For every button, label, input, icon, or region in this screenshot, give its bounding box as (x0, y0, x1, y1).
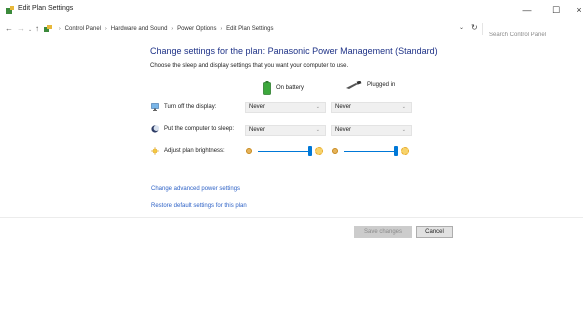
select-value: Never (335, 104, 352, 110)
breadcrumb-control-panel[interactable]: Control Panel (65, 26, 101, 32)
minimize-button[interactable]: — (517, 2, 537, 18)
maximize-button[interactable]: ☐ (546, 2, 566, 18)
brightness-label: Adjust plan brightness: (164, 148, 225, 154)
breadcrumb-edit-plan-settings[interactable]: Edit Plan Settings (226, 26, 273, 32)
back-button[interactable]: ← (5, 23, 13, 35)
dim-sun-icon (332, 148, 338, 154)
forward-button[interactable]: → (17, 23, 25, 35)
plugged-in-label: Plugged in (367, 82, 396, 88)
display-timeout-battery-select[interactable]: Never ⌄ (245, 102, 326, 113)
refresh-button[interactable]: ↻ (471, 23, 478, 32)
page-title: Change settings for the plan: Panasonic … (150, 46, 438, 56)
sun-icon (151, 147, 159, 155)
select-value: Never (335, 127, 352, 133)
breadcrumb-separator: › (59, 26, 61, 32)
turn-off-display-label: Turn off the display: (164, 104, 217, 110)
chevron-down-icon: ⌄ (315, 104, 320, 110)
recent-locations-button[interactable]: ⌄ (28, 24, 32, 36)
slider-fill (258, 151, 308, 152)
title-bar: Edit Plan Settings — ☐ × (0, 0, 583, 22)
search-box (482, 23, 583, 41)
breadcrumb-separator: › (105, 26, 107, 32)
advanced-power-settings-link[interactable]: Change advanced power settings (151, 186, 240, 192)
breadcrumb-separator: › (171, 26, 174, 32)
bright-sun-icon (401, 147, 409, 155)
on-battery-label: On battery (276, 85, 305, 91)
brightness-plugged-slider[interactable] (331, 145, 411, 157)
column-header-plugged-in: Plugged in (346, 81, 395, 89)
power-options-icon (6, 6, 14, 14)
breadcrumb-separator: › (220, 26, 223, 32)
slider-fill (344, 151, 394, 152)
save-changes-button[interactable]: Save changes (354, 226, 412, 238)
brightness-row: Adjust plan brightness: (151, 147, 225, 155)
moon-icon (151, 125, 159, 133)
select-value: Never (249, 127, 266, 133)
brightness-battery-slider[interactable] (245, 145, 325, 157)
footer-divider (0, 217, 583, 218)
sleep-timeout-plugged-select[interactable]: Never ⌄ (331, 125, 412, 136)
turn-off-display-row: Turn off the display: (151, 103, 216, 111)
address-bar: ← → ⌄ ↑ › Control Panel › Hardware and S… (0, 22, 583, 41)
address-dropdown-button[interactable]: ⌄ (459, 24, 464, 31)
breadcrumb-hardware-and-sound[interactable]: Hardware and Sound (111, 26, 168, 32)
window-title: Edit Plan Settings (18, 5, 74, 12)
up-button[interactable]: ↑ (35, 23, 39, 35)
battery-icon (263, 81, 271, 95)
slider-thumb[interactable] (394, 146, 398, 156)
close-button[interactable]: × (572, 2, 583, 18)
sleep-timeout-battery-select[interactable]: Never ⌄ (245, 125, 326, 136)
select-value: Never (249, 104, 266, 110)
bright-sun-icon (315, 147, 323, 155)
dim-sun-icon (246, 148, 252, 154)
search-input[interactable] (483, 29, 573, 41)
sleep-label: Put the computer to sleep: (164, 126, 235, 132)
column-header-on-battery: On battery (263, 81, 304, 95)
chevron-down-icon: ⌄ (401, 104, 406, 110)
monitor-icon (151, 103, 159, 111)
slider-thumb[interactable] (308, 146, 312, 156)
sleep-row: Put the computer to sleep: (151, 125, 234, 133)
page-subtitle: Choose the sleep and display settings th… (150, 63, 349, 69)
chevron-down-icon: ⌄ (401, 127, 406, 133)
breadcrumb-power-options[interactable]: Power Options (177, 26, 216, 32)
display-timeout-plugged-select[interactable]: Never ⌄ (331, 102, 412, 113)
control-panel-icon (44, 25, 52, 32)
power-plug-icon (346, 81, 362, 89)
cancel-button[interactable]: Cancel (416, 226, 453, 238)
chevron-down-icon: ⌄ (315, 127, 320, 133)
restore-defaults-link[interactable]: Restore default settings for this plan (151, 203, 247, 209)
breadcrumb: › Control Panel › Hardware and Sound › P… (44, 25, 274, 33)
